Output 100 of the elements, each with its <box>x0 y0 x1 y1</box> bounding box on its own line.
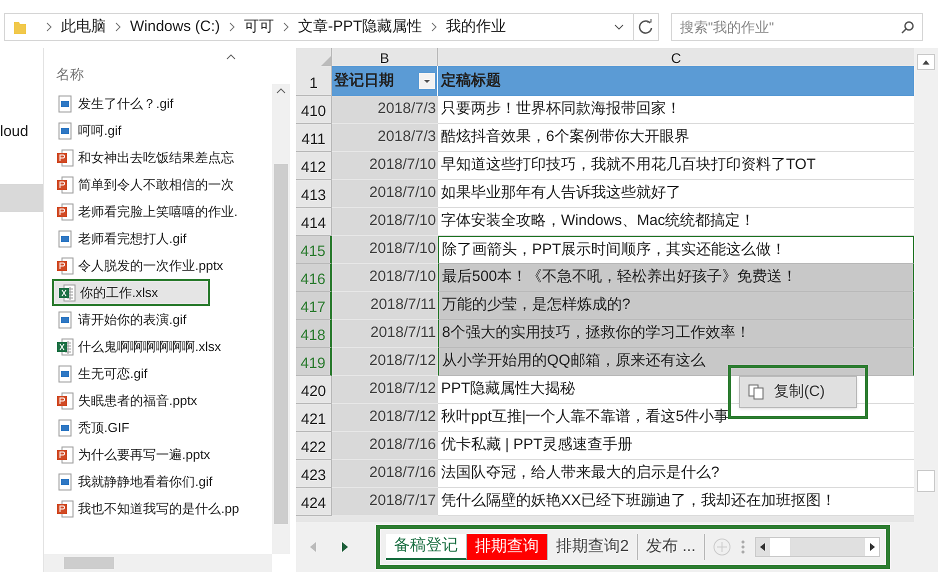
date-cell: 2018/7/3 <box>332 96 438 124</box>
presentation-file-icon <box>56 500 74 518</box>
file-item[interactable]: 为什么要再写一遍.pptx <box>52 441 272 468</box>
image-file-icon <box>56 472 74 490</box>
date-cell: 2018/7/10 <box>332 208 438 236</box>
scrollbar[interactable] <box>754 537 880 557</box>
file-item[interactable]: 我就静静地看着你们.gif <box>52 468 272 495</box>
image-file-icon <box>56 418 74 436</box>
file-item[interactable]: 失眠患者的福音.pptx <box>52 387 272 414</box>
chevron-icon <box>283 22 290 32</box>
scroll-thumb[interactable] <box>917 470 935 492</box>
spreadsheet-file-icon <box>56 338 74 356</box>
folder-icon <box>13 19 27 35</box>
breadcrumb-item[interactable]: 可可 <box>244 16 274 38</box>
dropdown-chevron-icon[interactable] <box>613 23 625 31</box>
scrollbar[interactable] <box>272 84 290 554</box>
scrollbar[interactable] <box>914 48 938 522</box>
spreadsheet-file-icon <box>58 284 76 302</box>
scroll-thumb[interactable] <box>770 538 790 556</box>
header-text: 登记日期 <box>334 70 394 91</box>
chevron-icon <box>229 22 236 32</box>
sheet-tab[interactable]: 排期查询 <box>467 534 548 560</box>
date-cell: 2018/7/16 <box>332 432 438 460</box>
image-file-icon <box>56 310 74 328</box>
select-all-triangle-icon[interactable] <box>321 56 331 66</box>
chevron-icon <box>46 22 52 32</box>
sheet-tab[interactable]: 发布 ... <box>638 534 705 560</box>
image-file-icon <box>56 230 74 248</box>
image-file-icon <box>56 94 74 112</box>
file-item[interactable]: 请开始你的表演.gif <box>52 306 272 333</box>
date-cell: 2018/7/17 <box>332 488 438 516</box>
scrollbar[interactable] <box>44 554 272 572</box>
title-cell: 除了画箭头，PPT展示时间顺序，其实还能这么做！ <box>438 236 914 264</box>
title-cell: 秋叶ppt互推|一个人靠不靠谱，看这5件小事 <box>438 404 914 432</box>
chevron-icon <box>431 22 438 32</box>
file-item[interactable]: 老师看完脸上笑嘻嘻的作业. <box>52 198 272 225</box>
table-header-cell: 定稿标题 <box>438 66 914 96</box>
date-cell: 2018/7/11 <box>332 292 438 320</box>
file-item[interactable]: 老师看完想打人.gif <box>52 225 272 252</box>
more-options-icon[interactable] <box>740 540 745 554</box>
prev-sheet-icon[interactable] <box>310 542 316 552</box>
breadcrumb-item[interactable]: 我的作业 <box>446 16 506 38</box>
date-cell: 2018/7/11 <box>332 320 438 348</box>
chevron-icon <box>115 22 121 32</box>
presentation-file-icon <box>56 446 74 464</box>
title-cell: 如果毕业那年有人告诉我这些就好了 <box>438 180 914 208</box>
breadcrumb-item[interactable]: 文章-PPT隐藏属性 <box>298 16 422 38</box>
title-cell: 只要两步！世界杯同款海报带回家！ <box>438 96 914 124</box>
search-field[interactable]: 搜索"我的作业" <box>671 13 923 41</box>
refresh-icon[interactable] <box>638 19 654 35</box>
presentation-file-icon <box>56 392 74 410</box>
title-cell: 早知道这些打印技巧，我就不用花几百块打印资料了TOT <box>438 152 914 180</box>
presentation-file-icon <box>56 148 74 166</box>
file-item[interactable]: 令人脱发的一次作业.pptx <box>52 252 272 279</box>
date-cell: 2018/7/10 <box>332 264 438 292</box>
date-cell: 2018/7/12 <box>332 348 438 376</box>
file-item[interactable]: 什么鬼啊啊啊啊啊啊.xlsx <box>52 333 272 360</box>
presentation-file-icon <box>56 176 74 194</box>
file-item[interactable]: 呵呵.gif <box>52 117 272 144</box>
title-cell: 字体安装全攻略，Windows、Mac统统都搞定！ <box>438 208 914 236</box>
title-cell: 法国队夺冠，给人带来最大的启示是什么? <box>438 460 914 488</box>
sheet-tab[interactable]: 排期查询2 <box>548 534 638 560</box>
column-header[interactable]: C <box>438 48 914 66</box>
date-cell: 2018/7/3 <box>332 124 438 152</box>
file-item[interactable]: 我也不知道我写的是什么.pp <box>52 495 272 522</box>
breadcrumb-item[interactable]: Windows (C:) <box>130 16 220 38</box>
scroll-right-icon[interactable] <box>865 538 879 556</box>
date-cell: 2018/7/12 <box>332 376 438 404</box>
file-item[interactable]: 发生了什么？.gif <box>52 90 272 117</box>
title-cell: 优卡私藏 | PPT灵感速查手册 <box>438 432 914 460</box>
search-icon <box>901 20 915 34</box>
copy-icon <box>748 384 764 400</box>
file-item[interactable]: 简单到令人不敢相信的一次 <box>52 171 272 198</box>
presentation-file-icon <box>56 202 74 220</box>
date-cell: 2018/7/16 <box>332 460 438 488</box>
column-header[interactable]: 名称 <box>56 64 272 84</box>
date-cell: 2018/7/10 <box>332 236 438 264</box>
nav-item[interactable] <box>0 184 43 212</box>
file-item[interactable]: 你的工作.xlsx <box>52 279 210 306</box>
file-item[interactable]: 生无可恋.gif <box>52 360 272 387</box>
image-file-icon <box>56 122 74 140</box>
file-item[interactable]: 秃顶.GIF <box>52 414 272 441</box>
nav-item[interactable]: loud <box>0 118 43 146</box>
date-cell: 2018/7/10 <box>332 152 438 180</box>
breadcrumb-item[interactable]: 此电脑 <box>61 16 106 38</box>
filter-dropdown-icon[interactable] <box>419 73 435 89</box>
file-item[interactable]: 和女神出去吃饭结果差点忘 <box>52 144 272 171</box>
scroll-up-icon[interactable] <box>276 88 286 94</box>
add-sheet-icon[interactable] <box>712 538 731 556</box>
title-cell: 万能的少莹，是怎样炼成的? <box>438 292 914 320</box>
next-sheet-icon[interactable] <box>342 542 348 552</box>
sort-caret-icon <box>226 54 236 60</box>
title-cell: 8个强大的实用技巧，拯救你的学习工作效率！ <box>438 320 914 348</box>
title-cell: 凭什么隔壁的妖艳XX已经下班蹦迪了，我却还在加班抠图！ <box>438 488 914 516</box>
title-cell: 酷炫抖音效果，6个案例带你大开眼界 <box>438 124 914 152</box>
date-cell: 2018/7/12 <box>332 404 438 432</box>
presentation-file-icon <box>56 256 74 274</box>
title-cell: 从小学开始用的QQ邮箱，原来还有这么 <box>438 348 914 376</box>
sheet-tab[interactable]: 备稿登记 <box>386 534 467 560</box>
date-cell: 2018/7/10 <box>332 180 438 208</box>
